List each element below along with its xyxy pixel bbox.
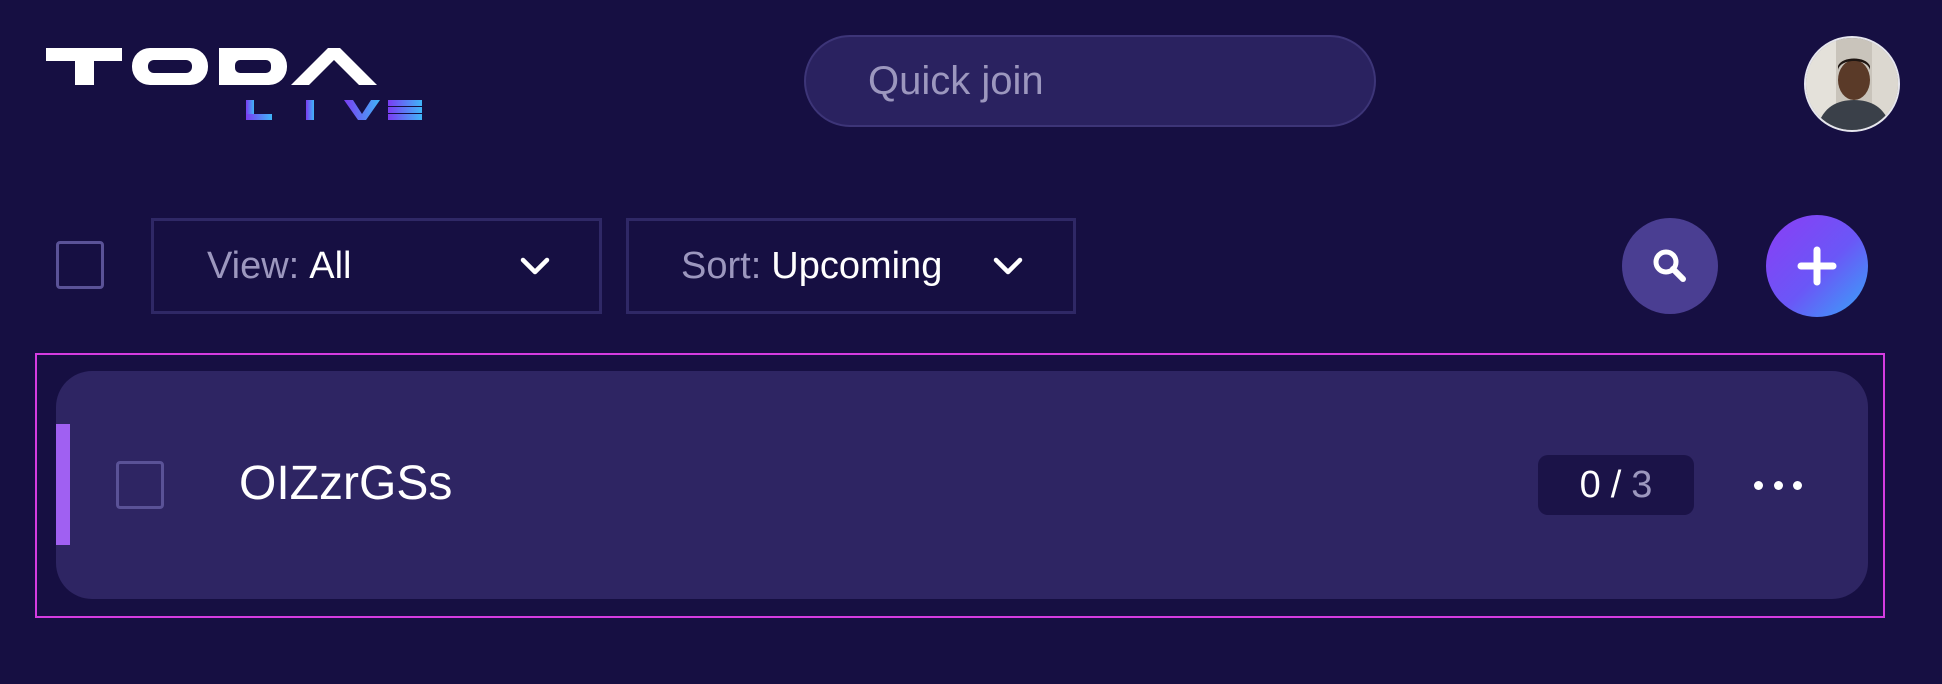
view-filter-value: All — [309, 244, 352, 287]
view-filter-label: View: — [207, 244, 300, 287]
sort-dropdown[interactable]: Sort: Upcoming — [626, 218, 1076, 314]
search-icon — [1653, 249, 1686, 282]
user-avatar[interactable] — [1804, 36, 1900, 132]
capacity-separator: / — [1610, 463, 1622, 506]
view-filter-dropdown[interactable]: View: All — [151, 218, 602, 314]
more-horizontal-icon — [1793, 480, 1802, 490]
chevron-down-icon — [520, 257, 550, 275]
more-horizontal-icon — [1754, 480, 1763, 490]
quick-join-input[interactable] — [866, 57, 1374, 105]
sort-label: Sort: — [681, 244, 762, 287]
room-select-checkbox[interactable] — [116, 461, 164, 509]
logo-graphic — [46, 48, 422, 120]
room-name: OIZzrGSs — [239, 457, 453, 510]
more-horizontal-icon — [1773, 480, 1783, 490]
toda-live-logo[interactable] — [44, 44, 434, 124]
avatar-image — [1806, 38, 1898, 130]
chevron-down-icon — [993, 257, 1023, 275]
room-accent-bar — [56, 424, 70, 545]
quick-join-field[interactable] — [804, 35, 1376, 127]
search-button[interactable] — [1622, 218, 1718, 314]
sort-value: Upcoming — [771, 244, 943, 287]
more-options-button[interactable] — [1754, 470, 1802, 500]
capacity-filled: 0 — [1579, 463, 1601, 506]
plus-icon — [1797, 246, 1837, 286]
capacity-total: 3 — [1631, 463, 1653, 506]
select-all-checkbox[interactable] — [56, 241, 104, 289]
add-room-button[interactable] — [1766, 215, 1868, 317]
room-capacity-badge: 0 / 3 — [1538, 455, 1694, 515]
